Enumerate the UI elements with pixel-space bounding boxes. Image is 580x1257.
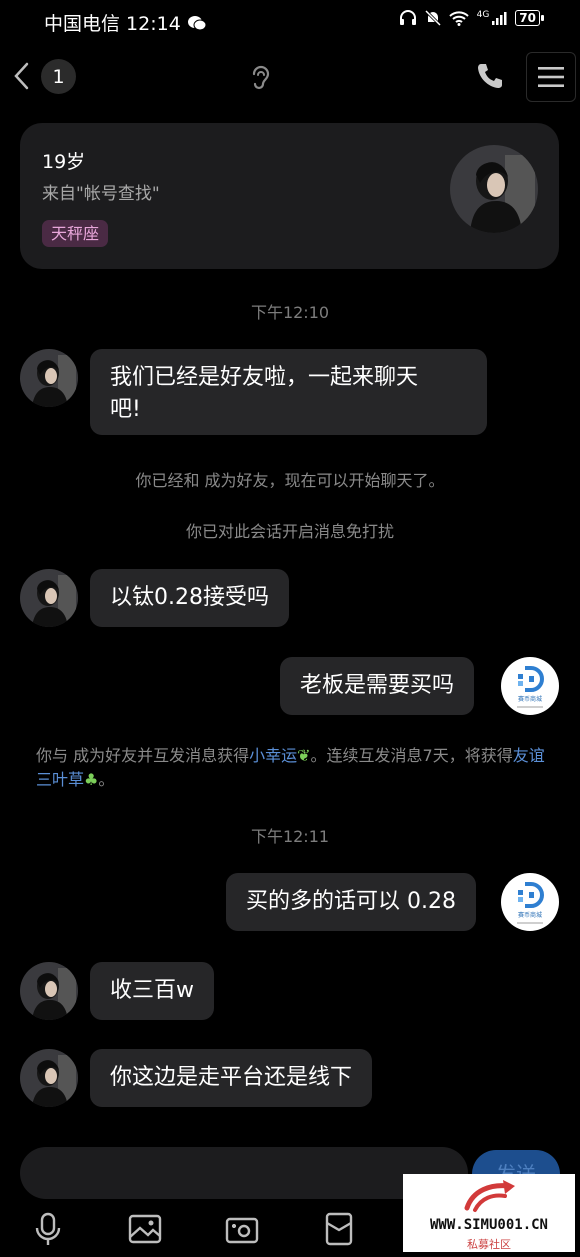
profile-source: 来自"帐号查找" — [42, 184, 160, 204]
message-bubble-incoming[interactable]: 以钛0.28接受吗 — [90, 569, 289, 627]
unread-count-badge[interactable]: 1 — [41, 59, 76, 94]
avatar-photo — [20, 1049, 78, 1107]
avatar-photo — [20, 349, 78, 407]
message-bubble-incoming[interactable]: 我们已经是好友啦，一起来聊天 吧! — [90, 349, 487, 435]
message-text: 你这边是走平台还是线下 — [110, 1065, 353, 1090]
message-text: 以钛0.28接受吗 — [110, 585, 269, 610]
sprout-icon: ❦ — [297, 746, 311, 765]
self-avatar[interactable]: 赛币商城 — [501, 657, 559, 715]
status-left: 中国电信 12:14 — [44, 9, 207, 36]
bot-avatar-label: 赛币商城 — [517, 911, 542, 919]
red-packet-icon[interactable] — [321, 1211, 357, 1247]
bot-avatar-underline — [517, 705, 543, 708]
contact-avatar[interactable] — [20, 569, 78, 627]
contact-avatar[interactable] — [20, 349, 78, 407]
avatar-photo — [20, 569, 78, 627]
profile-card[interactable]: 19岁 来自"帐号查找" 天秤座 — [20, 123, 559, 269]
chevron-left-icon — [14, 62, 29, 90]
sabi-logo-icon — [518, 881, 544, 908]
notice-text: 。 — [98, 770, 115, 789]
lucky-link[interactable]: 小幸运 — [249, 746, 297, 765]
watermark-subtitle: 私募社区 — [467, 1238, 511, 1251]
message-text: 我们已经是好友啦，一起来聊天 — [110, 365, 419, 390]
message-text: 老板是需要买吗 — [300, 673, 455, 698]
network-type: 4G — [476, 10, 490, 20]
sabi-logo-icon — [518, 665, 544, 692]
system-message: 你已对此会话开启消息免打扰 — [185, 522, 394, 541]
system-message: 你已经和 成为好友，现在可以开始聊天了。 — [135, 471, 445, 490]
watermark-url: WWW.SIMU001.CN — [429, 1217, 548, 1233]
phone-call-button[interactable] — [474, 60, 506, 92]
watermark-logo — [464, 1180, 515, 1212]
menu-button[interactable] — [526, 52, 576, 102]
notice-text: 你与 成为好友并互发消息获得 — [36, 746, 250, 765]
avatar-photo — [450, 145, 538, 233]
profile-avatar[interactable] — [450, 145, 538, 233]
wifi-icon — [448, 10, 469, 26]
battery-indicator: 70 — [515, 10, 544, 26]
self-avatar[interactable]: 赛币商城 — [501, 873, 559, 931]
bot-avatar-underline — [517, 921, 543, 924]
contact-avatar[interactable] — [20, 1049, 78, 1107]
message-bubble-incoming[interactable]: 你这边是走平台还是线下 — [90, 1049, 373, 1107]
timestamp: 下午12:10 — [250, 303, 330, 322]
message-bubble-incoming[interactable]: 收三百w — [90, 962, 214, 1020]
site-watermark: WWW.SIMU001.CN 私募社区 — [403, 1174, 575, 1252]
notice-text: 。连续互发消息7天，将获得 — [310, 746, 513, 765]
signal-icon — [492, 11, 507, 25]
message-input[interactable] — [20, 1147, 468, 1199]
ear-icon[interactable] — [246, 62, 274, 92]
message-bubble-outgoing[interactable]: 老板是需要买吗 — [280, 657, 475, 715]
carrier-time: 中国电信 12:14 — [44, 13, 181, 35]
headphones-icon — [399, 10, 416, 25]
profile-age: 19岁 — [42, 151, 86, 173]
status-bar: 中国电信 12:14 4G 70 — [0, 0, 580, 40]
message-bubble-outgoing[interactable]: 买的多的话可以 0.28 — [226, 873, 476, 931]
avatar-photo — [20, 962, 78, 1020]
message-text: 吧! — [110, 397, 141, 422]
contact-avatar[interactable] — [20, 962, 78, 1020]
back-button[interactable] — [6, 56, 36, 96]
microphone-icon[interactable] — [30, 1211, 66, 1247]
timestamp: 下午12:11 — [250, 827, 330, 846]
chat-header: 1 — [0, 48, 580, 104]
camera-icon[interactable] — [224, 1211, 260, 1247]
wechat-icon — [187, 15, 207, 30]
bot-avatar-label: 赛币商城 — [517, 695, 542, 703]
message-text: 买的多的话可以 0.28 — [246, 889, 456, 914]
zodiac-tag: 天秤座 — [42, 220, 109, 247]
message-text: 收三百w — [110, 978, 194, 1003]
status-right: 4G 70 — [399, 10, 544, 26]
hamburger-icon — [538, 67, 564, 87]
clover-icon: ♣ — [84, 770, 99, 789]
mute-bell-icon — [424, 10, 441, 26]
friendship-reward-notice: 你与 成为好友并互发消息获得小幸运❦。连续互发消息7天，将获得友谊三叶草♣。 — [36, 744, 546, 792]
image-icon[interactable] — [127, 1211, 163, 1247]
